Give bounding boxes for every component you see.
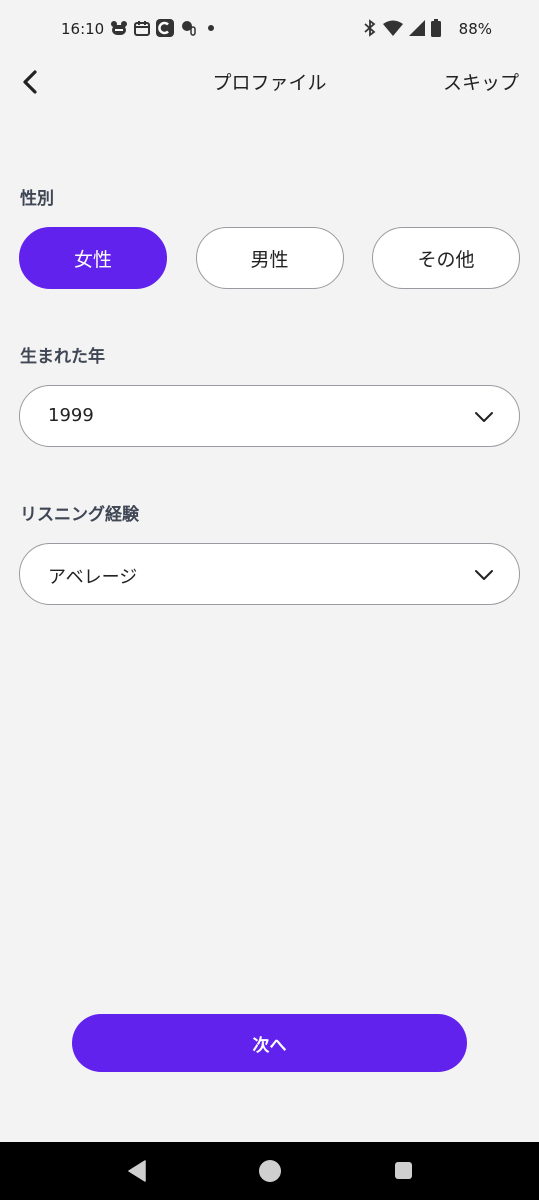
birth-year-select[interactable]: 1999 [19, 385, 520, 447]
gender-option-female[interactable]: 女性 [19, 227, 167, 289]
gender-options: 女性 男性 その他 [19, 227, 520, 289]
system-nav-bar [0, 1142, 539, 1200]
calendar-icon [134, 21, 150, 36]
gender-option-other[interactable]: その他 [372, 227, 520, 289]
chevron-down-icon [475, 412, 493, 422]
dot-icon [208, 25, 214, 31]
status-icons-right [363, 19, 441, 37]
listening-experience-value: アベレージ [48, 567, 138, 588]
status-bar: 16:10 88% [0, 0, 539, 62]
gender-option-male[interactable]: 男性 [195, 227, 344, 289]
chevron-down-icon [475, 570, 493, 580]
skip-button[interactable]: スキップ [443, 68, 519, 95]
accessibility-icon [182, 21, 196, 36]
birth-year-value: 1999 [48, 405, 94, 426]
status-icons-left [110, 19, 218, 37]
app-notification-icon [111, 21, 127, 35]
next-button[interactable]: 次へ [72, 1014, 467, 1072]
listening-experience-label: リスニング経験 [20, 505, 139, 525]
bluetooth-icon [364, 19, 376, 37]
nav-recents-icon[interactable] [395, 1162, 412, 1179]
gender-label: 性別 [20, 189, 54, 209]
battery-icon [431, 19, 441, 37]
status-time: 16:10 [61, 20, 105, 38]
signal-icon [409, 20, 425, 36]
birth-year-label: 生まれた年 [20, 347, 105, 367]
battery-percentage: 88% [458, 20, 492, 38]
nav-home-icon[interactable] [259, 1160, 281, 1182]
wifi-icon [383, 20, 403, 36]
listening-experience-select[interactable]: アベレージ [19, 543, 520, 605]
nav-back-icon[interactable] [127, 1160, 147, 1182]
header: プロファイル スキップ [0, 62, 539, 102]
c-app-icon [156, 19, 174, 37]
